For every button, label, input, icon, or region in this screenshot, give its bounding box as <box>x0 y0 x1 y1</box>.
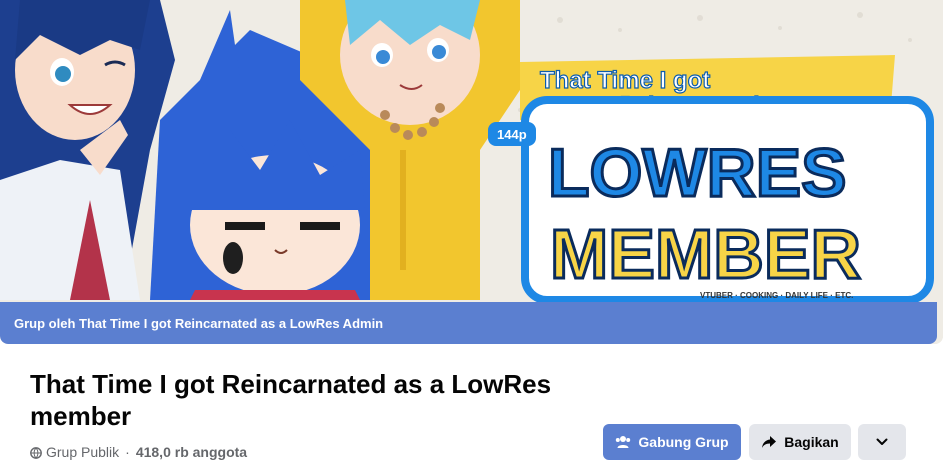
chevron-down-icon <box>876 438 888 446</box>
join-group-label: Gabung Grup <box>638 434 729 450</box>
group-owner-text[interactable]: Grup oleh That Time I got Reincarnated a… <box>14 316 383 331</box>
cover-big-line1: LOWRES <box>548 135 846 211</box>
more-options-button[interactable] <box>858 424 906 460</box>
cover-badge: 144p <box>497 127 527 142</box>
group-title: That Time I got Reincarnated as a LowRes… <box>30 369 552 431</box>
people-icon <box>615 435 631 449</box>
group-member-count[interactable]: 418,0 rb anggota <box>136 444 247 460</box>
cover-artwork: That Time I got Reincarnated as a 144p L… <box>0 0 943 344</box>
cover-footer-tags: VTUBER · COOKING · DAILY LIFE · ETC. <box>700 291 853 300</box>
join-group-button[interactable]: Gabung Grup <box>603 424 741 460</box>
group-meta: Grup Publik · 418,0 rb anggota <box>30 444 247 460</box>
meta-separator: · <box>125 444 130 460</box>
share-arrow-icon <box>761 435 777 449</box>
cover-big-line2: MEMBER <box>550 215 861 293</box>
group-privacy[interactable]: Grup Publik <box>46 444 119 460</box>
share-label: Bagikan <box>784 434 839 450</box>
share-button[interactable]: Bagikan <box>749 424 851 460</box>
cover-title-line1: That Time I got <box>540 67 710 94</box>
cover-photo[interactable]: That Time I got Reincarnated as a 144p L… <box>0 0 943 344</box>
cover-title-art: That Time I got Reincarnated as a 144p L… <box>488 55 934 304</box>
globe-icon <box>30 446 42 459</box>
group-owner-bar[interactable]: Grup oleh That Time I got Reincarnated a… <box>0 302 937 344</box>
